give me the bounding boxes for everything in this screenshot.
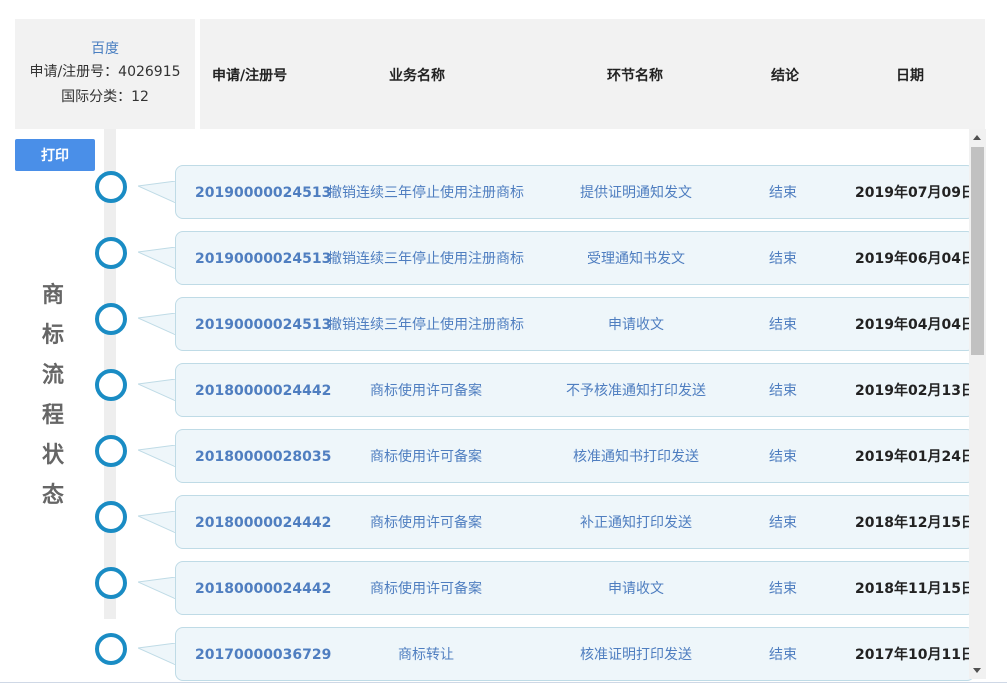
row-date: 2019年04月04日 <box>855 317 975 333</box>
timeline-node-icon <box>95 501 127 533</box>
timeline-node-icon <box>95 303 127 335</box>
header-date: 日期 <box>896 68 924 84</box>
row-business-name: 商标使用许可备案 <box>370 449 482 465</box>
header-step-name: 环节名称 <box>607 68 663 84</box>
trademark-info-box: 百度 申请/注册号：4026915 国际分类：12 <box>15 19 195 129</box>
side-title-char: 流 <box>41 363 64 388</box>
timeline-node-icon <box>95 633 127 665</box>
row-business-name: 商标使用许可备案 <box>370 383 482 399</box>
timeline-row: 20180000024442 商标使用许可备案 不予核准通知打印发送 结束 2019年0… <box>175 363 975 417</box>
timeline-row: 20190000024513 撤销连续三年停止使用注册商标 受理通知书发文 结束 201… <box>175 231 975 285</box>
row-step-name: 申请收文 <box>608 581 664 597</box>
side-title-char: 商 <box>41 283 64 308</box>
row-step-name: 受理通知书发文 <box>587 251 685 267</box>
row-step-name: 申请收文 <box>608 317 664 333</box>
bubble-pointer-icon <box>138 181 176 203</box>
timeline-row: 20180000024442 商标使用许可备案 补正通知打印发送 结束 2018年12月… <box>175 495 975 549</box>
timeline-node-icon <box>95 171 127 203</box>
table-header: 申请/注册号 业务名称 环节名称 结论 日期 <box>200 19 985 129</box>
row-date: 2017年10月11日 <box>855 647 975 663</box>
row-step-name: 提供证明通知发文 <box>580 185 692 201</box>
row-result: 结束 <box>769 449 797 465</box>
side-title-char: 标 <box>41 323 64 348</box>
row-step-name: 核准证明打印发送 <box>580 647 692 663</box>
scroll-down-arrow-icon[interactable] <box>973 668 981 673</box>
scroll-thumb[interactable] <box>971 147 984 355</box>
row-business-name: 商标转让 <box>398 647 454 663</box>
row-business-name: 撤销连续三年停止使用注册商标 <box>328 185 524 201</box>
row-result: 结束 <box>769 317 797 333</box>
bubble-pointer-icon <box>138 643 176 665</box>
row-result: 结束 <box>769 383 797 399</box>
row-business-name: 撤销连续三年停止使用注册商标 <box>328 317 524 333</box>
row-date: 2019年07月09日 <box>855 185 975 201</box>
row-date: 2018年12月15日 <box>855 515 975 531</box>
scroll-up-arrow-icon[interactable] <box>973 135 981 140</box>
side-title-char: 程 <box>41 403 64 428</box>
timeline-row: 20180000028035 商标使用许可备案 核准通知书打印发送 结束 2019年01… <box>175 429 975 483</box>
side-title-char: 状 <box>41 443 64 468</box>
row-step-name: 核准通知书打印发送 <box>573 449 699 465</box>
side-title-char: 态 <box>41 483 64 508</box>
bubble-pointer-icon <box>138 247 176 269</box>
timeline-row: 20170000036729 商标转让 核准证明打印发送 结束 2017年10月11日 <box>175 627 975 681</box>
bubble-pointer-icon <box>138 577 176 599</box>
row-date: 2019年02月13日 <box>855 383 975 399</box>
bubble-pointer-icon <box>138 379 176 401</box>
timeline-node-icon <box>95 369 127 401</box>
timeline-node-icon <box>95 567 127 599</box>
brand-name: 百度 <box>91 41 119 57</box>
bottom-border <box>0 682 1007 683</box>
row-business-name: 商标使用许可备案 <box>370 515 482 531</box>
row-result: 结束 <box>769 581 797 597</box>
row-business-name: 撤销连续三年停止使用注册商标 <box>328 251 524 267</box>
registration-number: 申请/注册号：4026915 <box>29 64 181 80</box>
row-business-name: 商标使用许可备案 <box>370 581 482 597</box>
timeline-node-icon <box>95 435 127 467</box>
vertical-scrollbar[interactable] <box>969 129 986 679</box>
row-step-name: 补正通知打印发送 <box>580 515 692 531</box>
timeline-row: 20190000024513 撤销连续三年停止使用注册商标 申请收文 结束 2019年0… <box>175 297 975 351</box>
row-result: 结束 <box>769 251 797 267</box>
header-result: 结论 <box>771 68 799 84</box>
timeline-row: 20180000024442 商标使用许可备案 申请收文 结束 2018年11月15日 <box>175 561 975 615</box>
header-business-name: 业务名称 <box>389 68 445 84</box>
header-reg-number: 申请/注册号 <box>212 68 288 84</box>
row-date: 2019年01月24日 <box>855 449 975 465</box>
bubble-pointer-icon <box>138 445 176 467</box>
row-result: 结束 <box>769 647 797 663</box>
timeline-node-icon <box>95 237 127 269</box>
row-step-name: 不予核准通知打印发送 <box>566 383 706 399</box>
row-date: 2019年06月04日 <box>855 251 975 267</box>
side-title: 商 标 流 程 状 态 <box>36 276 70 516</box>
timeline-row: 20190000024513 撤销连续三年停止使用注册商标 提供证明通知发文 结束 20… <box>175 165 975 219</box>
row-result: 结束 <box>769 515 797 531</box>
print-button[interactable]: 打印 <box>15 139 95 171</box>
bubble-pointer-icon <box>138 313 176 335</box>
row-date: 2018年11月15日 <box>855 581 975 597</box>
row-result: 结束 <box>769 185 797 201</box>
bubble-pointer-icon <box>138 511 176 533</box>
international-class: 国际分类：12 <box>61 89 149 105</box>
